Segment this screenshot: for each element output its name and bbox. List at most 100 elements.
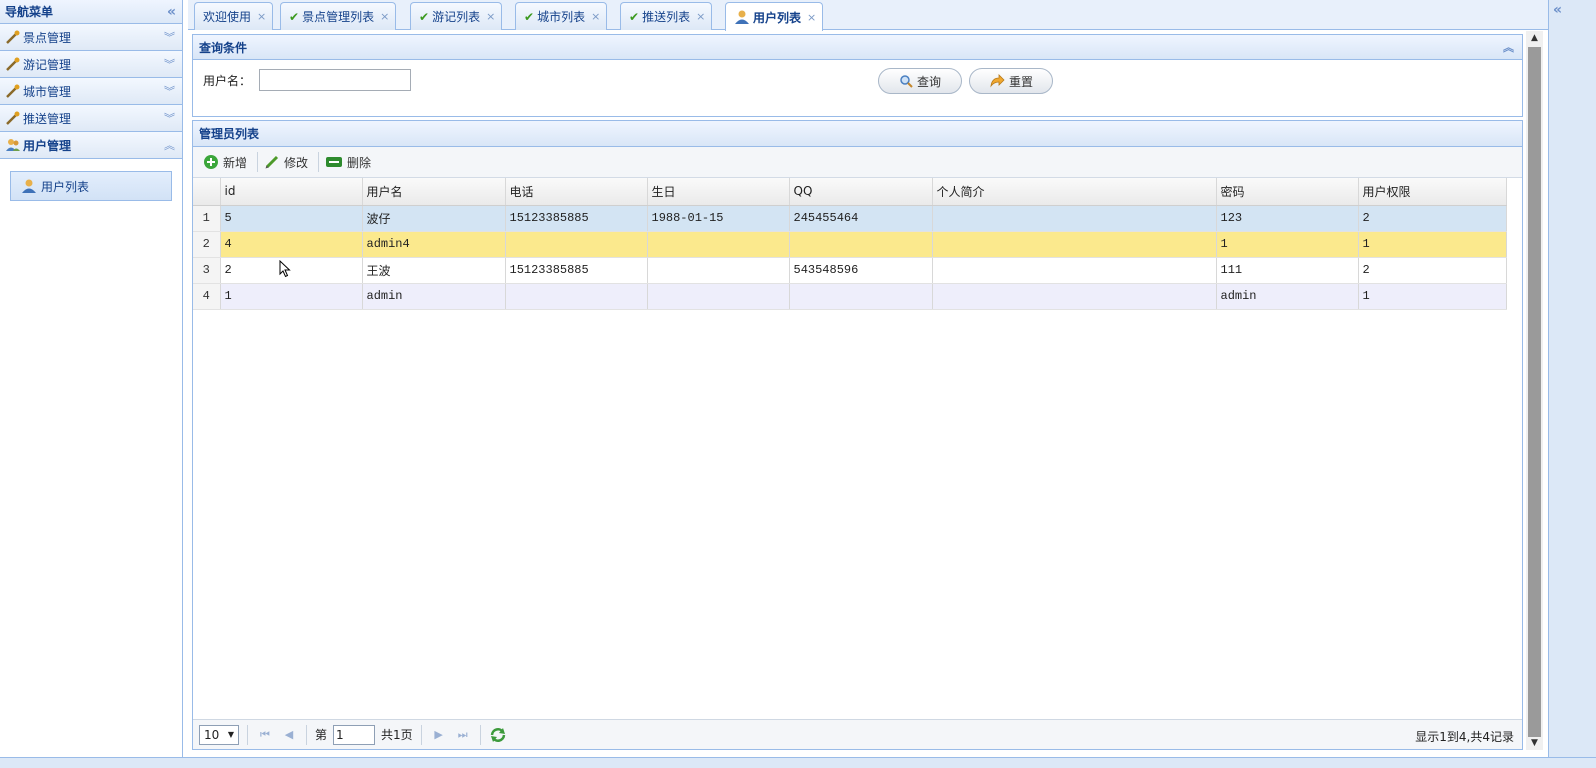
expand-icon[interactable]: ︾ [164, 59, 175, 70]
cell-birthday [647, 231, 790, 258]
first-page-icon[interactable]: ⏮ [256, 728, 274, 742]
expand-icon[interactable]: ︾ [164, 113, 175, 124]
refresh-icon[interactable] [489, 727, 507, 743]
nav-item-user-list[interactable]: 用户列表 [10, 171, 172, 201]
close-icon[interactable]: × [696, 10, 705, 23]
cell-permission: 1 [1358, 283, 1507, 310]
column-header[interactable]: 生日 [647, 178, 790, 206]
collapse-left-icon[interactable]: « [167, 4, 176, 20]
cell-birthday [647, 257, 790, 284]
cell-phone [505, 231, 648, 258]
close-icon[interactable]: × [257, 10, 266, 23]
search-panel-header: 查询条件 ︽ [192, 34, 1523, 60]
wand-icon [6, 57, 20, 71]
add-icon [204, 155, 218, 169]
expand-icon[interactable]: ︾ [164, 86, 175, 97]
tab-scenic-list[interactable]: ✔ 景点管理列表 × [280, 2, 397, 30]
nav-title: 导航菜单 [5, 5, 54, 19]
cell-bio [932, 257, 1217, 284]
reset-button[interactable]: 重置 [969, 68, 1053, 94]
scroll-up-icon[interactable]: ▲ [1526, 31, 1543, 45]
pagination-bar: 10 ▼ ⏮ ◀ 第 1 共1页 ▶ ⏭ 显示1到4,共4记录 [193, 719, 1522, 749]
cell-password: admin [1216, 283, 1359, 310]
check-icon: ✔ [419, 9, 430, 24]
nav-section-push[interactable]: 推送管理 ︾ [0, 105, 182, 132]
table-row[interactable]: 1 5 波仔 15123385885 1988-01-15 245455464 … [193, 205, 1507, 232]
pager-separator [306, 724, 307, 745]
user-icon [735, 10, 749, 24]
add-button[interactable]: 新增 [199, 151, 255, 173]
wand-icon [6, 84, 20, 98]
cell-qq: 245455464 [789, 205, 933, 232]
column-header[interactable]: 个人简介 [932, 178, 1217, 206]
username-input[interactable] [259, 69, 411, 91]
row-number-header [193, 178, 221, 206]
delete-button[interactable]: 删除 [321, 151, 379, 173]
column-header[interactable]: 用户名 [362, 178, 506, 206]
cell-password: 123 [1216, 205, 1359, 232]
column-header[interactable]: QQ [789, 178, 933, 206]
vertical-scrollbar[interactable]: ▲ ▼ [1526, 31, 1543, 750]
page-size-select[interactable]: 10 ▼ [199, 724, 239, 745]
row-number: 2 [193, 231, 221, 258]
column-header[interactable]: 用户权限 [1358, 178, 1507, 206]
expand-icon[interactable]: ︾ [164, 32, 175, 43]
column-header[interactable]: 电话 [505, 178, 648, 206]
search-icon [900, 75, 913, 88]
tab-travelogue-list[interactable]: ✔ 游记列表 × [410, 2, 503, 30]
user-icon [22, 179, 36, 193]
expand-right-icon[interactable]: « [1553, 2, 1562, 18]
wand-icon [6, 111, 20, 125]
table-row[interactable]: 3 2 王波 15123385885 543548596 111 2 [193, 257, 1507, 284]
cell-permission: 1 [1358, 231, 1507, 258]
cell-bio [932, 283, 1217, 310]
table-header-row: id 用户名 电话 生日 QQ 个人简介 密码 用户权限 [193, 178, 1507, 206]
cell-password: 1 [1216, 231, 1359, 258]
edit-button[interactable]: 修改 [260, 151, 316, 173]
row-number: 4 [193, 283, 221, 310]
admin-list-panel: 管理员列表 新增 修改 删除 id 用户名 电话 生日 QQ 个人简介 密码 用… [192, 120, 1523, 750]
close-icon[interactable]: × [380, 10, 389, 23]
nav-section-users[interactable]: 用户管理 ︽ [0, 132, 182, 159]
admin-table: id 用户名 电话 生日 QQ 个人简介 密码 用户权限 1 5 波仔 1512… [193, 178, 1507, 310]
tab-city-list[interactable]: ✔ 城市列表 × [515, 2, 608, 30]
close-icon[interactable]: × [591, 10, 600, 23]
pager-separator [247, 724, 248, 745]
pager-separator [420, 724, 422, 745]
tab-user-list[interactable]: 用户列表 × [725, 2, 824, 31]
scroll-down-icon[interactable]: ▼ [1526, 736, 1543, 750]
total-pages-label: 共1页 [381, 728, 413, 742]
collapse-icon[interactable]: ︽ [164, 140, 175, 151]
tab-push-list[interactable]: ✔ 推送列表 × [620, 2, 713, 30]
page-number-input[interactable]: 1 [333, 724, 376, 745]
search-panel: 查询条件 ︽ 用户名： 查询 重置 [192, 34, 1523, 117]
cell-phone: 15123385885 [505, 257, 648, 284]
last-page-icon[interactable]: ⏭ [454, 728, 472, 742]
cell-username: 波仔 [362, 205, 506, 232]
close-icon[interactable]: × [807, 11, 816, 24]
page-prefix-label: 第 [315, 728, 328, 742]
table-row[interactable]: 2 4 admin4 1 1 [193, 231, 1507, 258]
scrollbar-thumb[interactable] [1528, 47, 1541, 737]
nav-section-city[interactable]: 城市管理 ︾ [0, 78, 182, 105]
row-number: 1 [193, 205, 221, 232]
table-row[interactable]: 4 1 admin admin 1 [193, 283, 1507, 310]
nav-section-travelogue[interactable]: 游记管理 ︾ [0, 51, 182, 78]
cell-id: 1 [220, 283, 363, 310]
cell-username: admin4 [362, 231, 506, 258]
collapse-up-icon[interactable]: ︽ [1503, 39, 1514, 55]
cell-qq: 543548596 [789, 257, 933, 284]
cell-username: 王波 [362, 257, 506, 284]
nav-section-scenic[interactable]: 景点管理 ︾ [0, 24, 182, 51]
pencil-icon [265, 155, 279, 169]
close-icon[interactable]: × [486, 10, 495, 23]
check-icon: ✔ [524, 9, 535, 24]
query-button[interactable]: 查询 [878, 68, 962, 94]
column-header[interactable]: 密码 [1216, 178, 1359, 206]
tab-welcome[interactable]: 欢迎使用 × [194, 2, 274, 30]
prev-page-icon[interactable]: ◀ [280, 728, 298, 741]
column-header[interactable]: id [220, 178, 363, 206]
users-icon [6, 139, 20, 151]
next-page-icon[interactable]: ▶ [430, 728, 448, 741]
cell-username: admin [362, 283, 506, 310]
